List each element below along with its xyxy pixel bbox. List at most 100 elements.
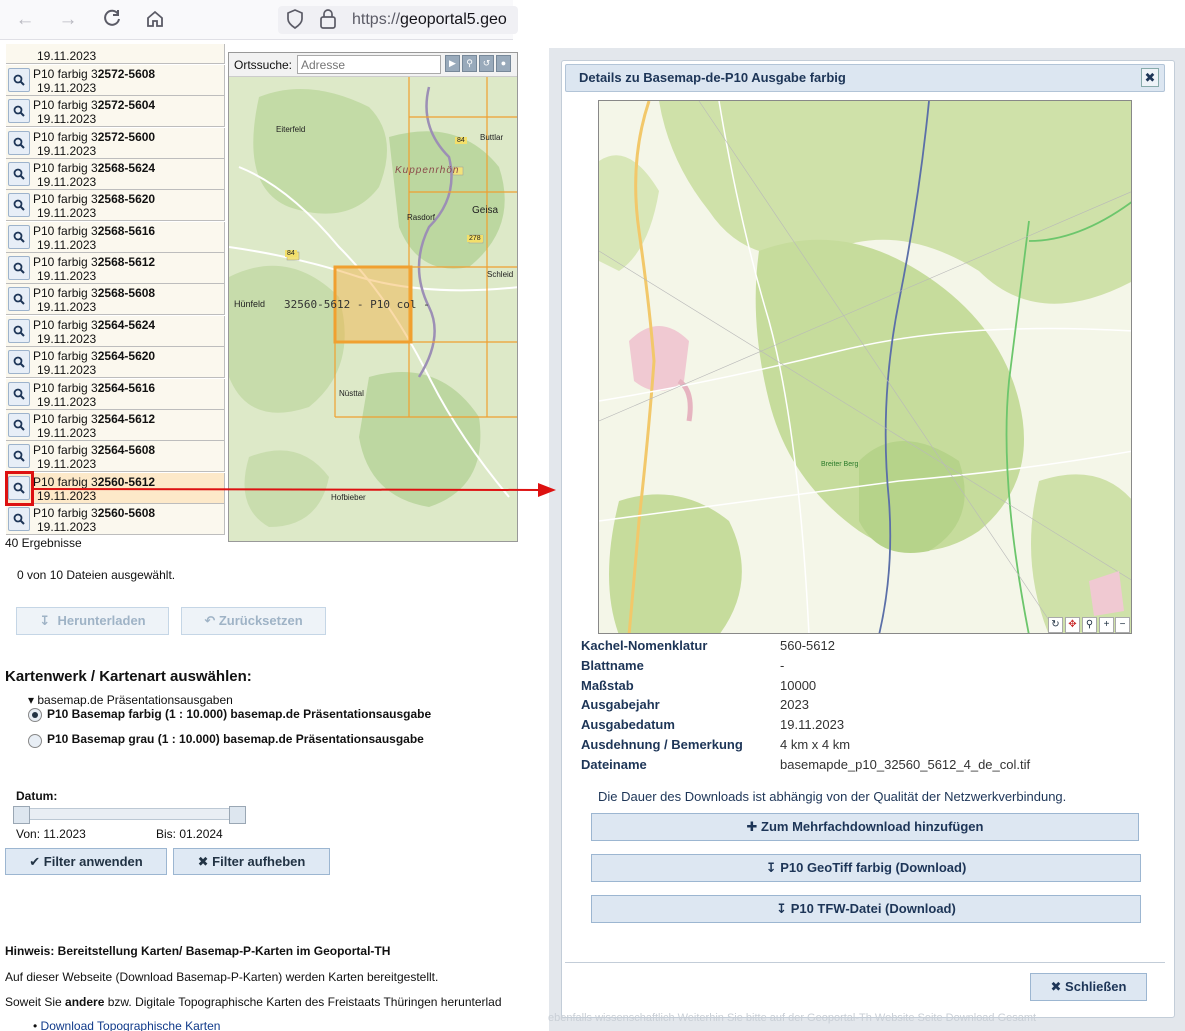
magnifier-icon[interactable] <box>8 382 30 406</box>
detail-label: Blattname <box>581 658 644 673</box>
zoom-out-icon[interactable]: − <box>1115 617 1130 633</box>
shield-icon[interactable] <box>286 9 304 30</box>
magnifier-icon[interactable] <box>8 256 30 280</box>
list-item[interactable]: P10 farbig 32564-5616 19.11.2023 <box>6 379 225 410</box>
close-button[interactable]: ✖ Schließen <box>1030 973 1147 1001</box>
address-input[interactable] <box>297 55 441 74</box>
add-multi-download-button[interactable]: ✚ Zum Mehrfachdownload hinzufügen <box>591 813 1139 841</box>
list-item-title: P10 farbig 32572-5608 <box>33 67 155 81</box>
list-item[interactable]: P10 farbig 32572-5608 19.11.2023 <box>6 65 225 96</box>
reset-icon[interactable]: ↺ <box>479 55 494 72</box>
tfw-download-label: P10 TFW-Datei (Download) <box>790 901 956 916</box>
date-from: Von: 11.2023 <box>16 827 86 841</box>
slider-handle-from[interactable] <box>13 806 30 824</box>
radio-farbig[interactable] <box>28 708 42 722</box>
date-to: Bis: 01.2024 <box>156 827 223 841</box>
place-label: Nüsttal <box>339 389 364 398</box>
geotiff-download-button[interactable]: ↧ P10 GeoTiff farbig (Download) <box>591 854 1141 882</box>
tfw-download-button[interactable]: ↧ P10 TFW-Datei (Download) <box>591 895 1141 923</box>
apply-filter-button[interactable]: ✔ Filter anwenden <box>5 848 167 875</box>
overview-map[interactable]: Ortssuche: ▶ ⚲ ↺ ● Eiterfeld Buttlar Kup… <box>228 52 518 542</box>
list-item[interactable]: P10 farbig 32564-5608 19.11.2023 <box>6 441 225 472</box>
list-item[interactable]: P10 farbig 32568-5612 19.11.2023 <box>6 253 225 284</box>
place-label: Schleid <box>487 270 514 279</box>
magnifier-icon[interactable] <box>8 225 30 249</box>
list-item-prefix: P10 farbig 3 <box>33 255 98 269</box>
magnifier-icon[interactable] <box>8 350 30 374</box>
list-item[interactable]: P10 farbig 32564-5620 19.11.2023 <box>6 347 225 378</box>
list-item[interactable]: P10 farbig 32564-5624 19.11.2023 <box>6 316 225 347</box>
back-arrow-icon[interactable]: ← <box>13 8 37 32</box>
list-item-title: P10 farbig 32568-5620 <box>33 192 155 206</box>
magnifier-icon[interactable] <box>8 319 30 343</box>
list-item-title: P10 farbig 32564-5616 <box>33 381 155 395</box>
list-item[interactable]: P10 farbig 32568-5620 19.11.2023 <box>6 190 225 221</box>
download-topo-link[interactable]: Download Topographische Karten <box>41 1019 221 1031</box>
magnifier-icon[interactable] <box>8 131 30 155</box>
list-item[interactable]: P10 farbig 32572-5604 19.11.2023 <box>6 96 225 127</box>
pan-icon[interactable]: ✥ <box>1065 617 1080 633</box>
detail-value: - <box>780 658 785 673</box>
pin-icon[interactable]: ● <box>496 55 511 72</box>
list-item[interactable]: P10 farbig 32560-5612 19.11.2023 <box>6 473 225 504</box>
reset-label: Zurücksetzen <box>218 613 303 628</box>
list-item[interactable]: P10 farbig 32568-5608 19.11.2023 <box>6 284 225 315</box>
zoom-box-icon[interactable]: ⚲ <box>1082 617 1097 633</box>
radio-grau[interactable] <box>28 734 42 748</box>
list-item-title: P10 farbig 32568-5624 <box>33 161 155 175</box>
clear-filter-button[interactable]: ✖ Filter aufheben <box>173 848 330 875</box>
tile-preview-map[interactable]: Breiter Berg <box>598 100 1132 634</box>
list-item-code: 2564-5624 <box>97 318 156 332</box>
magnifier-icon[interactable] <box>8 413 30 437</box>
date-range-slider[interactable] <box>15 808 245 820</box>
play-icon[interactable]: ▶ <box>445 55 460 72</box>
reset-button[interactable]: ↶ Zurücksetzen <box>181 607 326 635</box>
option-label[interactable]: P10 Basemap grau (1 : 10.000) basemap.de… <box>47 732 424 746</box>
magnifier-icon[interactable] <box>8 193 30 217</box>
place-search-label: Ortssuche: <box>234 58 293 72</box>
road-label: 278 <box>467 235 483 242</box>
list-item-title: P10 farbig 32564-5608 <box>33 443 155 457</box>
notice-text: Soweit Sie andere bzw. Digitale Topograp… <box>5 995 515 1009</box>
dialog-divider <box>565 962 1165 963</box>
detail-value: 10000 <box>780 678 817 693</box>
forward-arrow-icon[interactable]: → <box>56 8 80 32</box>
place-label: Eiterfeld <box>276 125 306 134</box>
selection-info: 0 von 10 Dateien ausgewählt. <box>17 568 176 582</box>
reload-icon[interactable] <box>100 8 124 32</box>
search-icon[interactable]: ⚲ <box>462 55 477 72</box>
magnifier-icon[interactable] <box>8 507 30 531</box>
list-item-date: 19.11.2023 <box>37 520 97 534</box>
magnifier-icon[interactable] <box>8 99 30 123</box>
magnifier-icon[interactable] <box>8 162 30 186</box>
list-item[interactable]: P10 farbig 32568-5616 19.11.2023 <box>6 222 225 253</box>
group-toggle[interactable]: ▾ basemap.de Präsentationsausgaben <box>28 693 233 707</box>
download-button[interactable]: ↧ Herunterladen <box>16 607 169 635</box>
rotate-icon[interactable]: ↻ <box>1048 617 1063 633</box>
magnifier-icon[interactable] <box>8 444 30 468</box>
download-note: Die Dauer des Downloads ist abhängig von… <box>598 789 1067 804</box>
notice-text-c: bzw. Digitale Topographische Karten des … <box>104 995 502 1009</box>
zoom-in-icon[interactable]: + <box>1099 617 1114 633</box>
url-host: geoportal5.geo <box>400 11 507 28</box>
detail-label: Kachel-Nomenklatur <box>581 638 708 653</box>
list-item[interactable]: P10 farbig 32568-5624 19.11.2023 <box>6 159 225 190</box>
close-label: Schließen <box>1065 979 1127 994</box>
date-label: Datum: <box>16 789 58 803</box>
slider-handle-to[interactable] <box>229 806 246 824</box>
list-item-prefix: P10 farbig 3 <box>33 412 98 426</box>
list-item[interactable]: P10 farbig 32564-5612 19.11.2023 <box>6 410 225 441</box>
lock-icon[interactable] <box>318 8 338 30</box>
place-label: Geisa <box>472 205 499 216</box>
magnifier-icon[interactable] <box>8 287 30 311</box>
option-label[interactable]: P10 Basemap farbig (1 : 10.000) basemap.… <box>47 707 431 721</box>
list-item[interactable]: P10 farbig 32572-5600 19.11.2023 <box>6 128 225 159</box>
home-icon[interactable] <box>143 8 167 32</box>
close-icon[interactable]: ✖ <box>1141 68 1159 87</box>
url-text[interactable]: https://geoportal5.geo <box>352 11 507 29</box>
list-item-title: P10 farbig 32572-5600 <box>33 130 155 144</box>
list-item[interactable]: P10 farbig 32560-5608 19.11.2023 <box>6 504 225 535</box>
magnifier-icon[interactable] <box>8 68 30 92</box>
list-item-title: P10 farbig 32564-5620 <box>33 349 155 363</box>
list-item-code: 2568-5624 <box>97 161 156 175</box>
